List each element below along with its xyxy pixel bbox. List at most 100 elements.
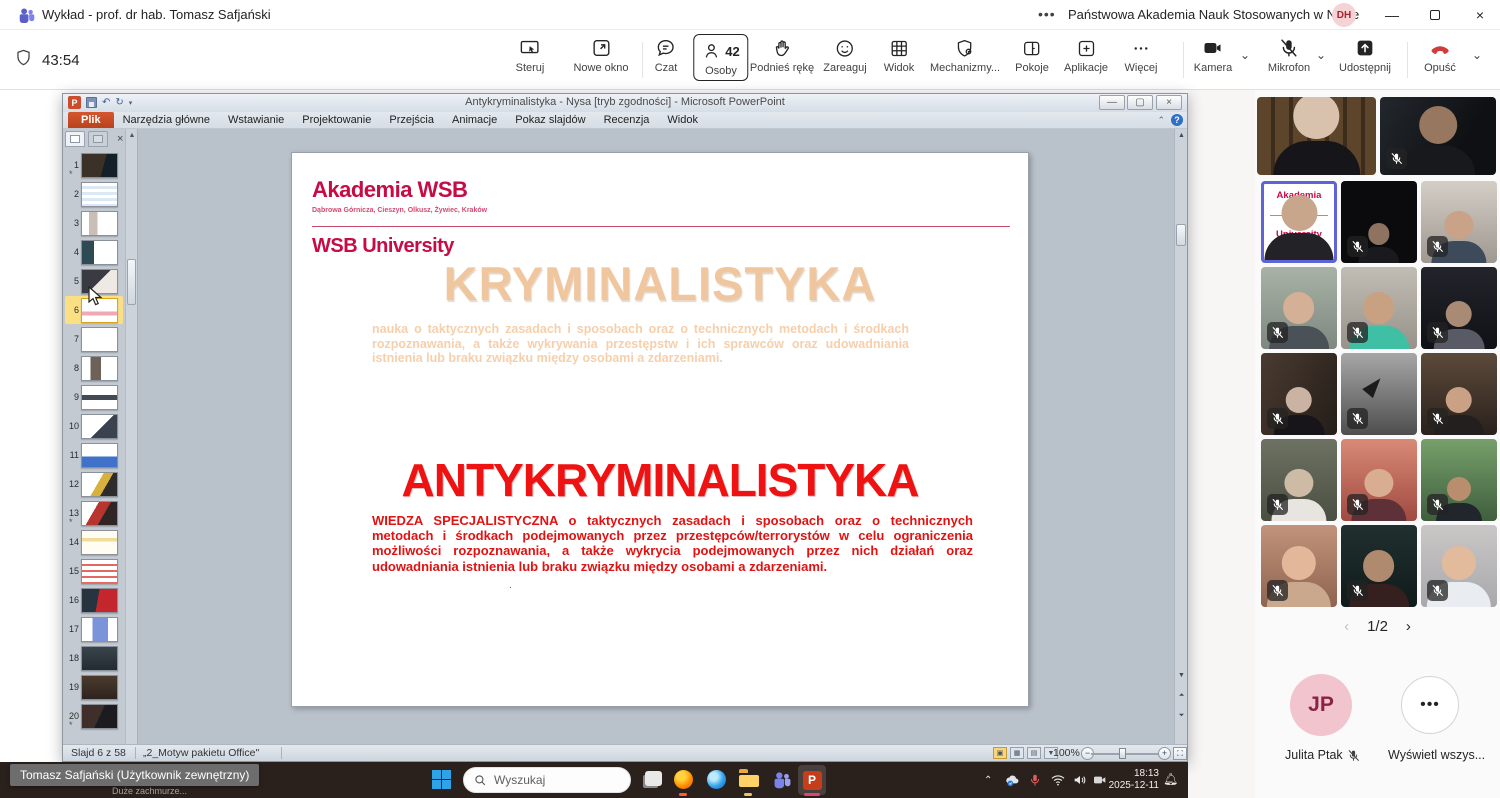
participant-video-tile[interactable] — [1341, 181, 1417, 263]
participant-video-tile[interactable] — [1341, 353, 1417, 435]
view-button[interactable]: Widok — [884, 36, 915, 74]
tray-chevron-icon[interactable]: ⌃ — [984, 762, 992, 798]
scroll-down-icon[interactable]: ▼ — [1175, 669, 1188, 683]
participant-video-tile[interactable] — [1421, 353, 1497, 435]
titlebar-more-icon[interactable]: ••• — [1038, 6, 1056, 22]
panel-close-icon[interactable]: × — [117, 133, 123, 145]
ppt-tab-animacje[interactable]: Animacje — [443, 112, 506, 128]
participant-video-tile[interactable] — [1421, 181, 1497, 263]
participant-video-tile[interactable] — [1257, 97, 1376, 175]
people-button[interactable]: 42 Osoby — [693, 34, 748, 81]
participant-video-tile[interactable] — [1261, 267, 1337, 349]
participant-video-tile[interactable] — [1261, 525, 1337, 607]
taskbar-search-input[interactable]: Wyszukaj — [463, 767, 631, 793]
slide-thumbnail-4[interactable]: 4 — [65, 238, 123, 266]
help-icon[interactable]: ? — [1171, 114, 1183, 126]
thumbnail-scrollbar[interactable]: ▲ — [125, 129, 137, 746]
mechanisms-button[interactable]: Mechanizmy... — [930, 36, 1000, 74]
next-page-chevron[interactable]: › — [1406, 618, 1411, 635]
ppt-tab-plik[interactable]: Plik — [68, 112, 114, 128]
ppt-tab-wstawianie[interactable]: Wstawianie — [219, 112, 293, 128]
onedrive-icon[interactable] — [1004, 762, 1021, 798]
participant-video-tile[interactable] — [1380, 97, 1496, 175]
control-button[interactable]: Steruj — [516, 36, 545, 74]
reading-view-button[interactable]: ▤ — [1027, 747, 1041, 759]
participant-video-tile[interactable] — [1341, 525, 1417, 607]
restore-button[interactable] — [1415, 0, 1455, 30]
overflow-participants-button[interactable]: ••• — [1401, 676, 1459, 734]
participant-video-tile[interactable] — [1341, 439, 1417, 521]
avatar[interactable]: DH — [1332, 3, 1356, 27]
microphone-button[interactable]: Mikrofon — [1268, 36, 1310, 74]
slide-scrollbar[interactable]: ▲ ▼ ⏶ ⏷ — [1174, 129, 1187, 746]
ppt-maximize-button[interactable]: ▢ — [1127, 95, 1153, 110]
slide-sorter-view-button[interactable]: ▦ — [1010, 747, 1024, 759]
slide-thumbnail-3[interactable]: 3 — [65, 209, 123, 237]
start-button[interactable] — [432, 770, 451, 789]
scroll-up-icon[interactable]: ▲ — [126, 129, 138, 142]
participant-video-tile[interactable] — [1261, 353, 1337, 435]
minimize-button[interactable]: — — [1372, 0, 1412, 30]
participant-video-tile[interactable] — [1421, 439, 1497, 521]
leave-options-chevron[interactable]: ⌄ — [1472, 48, 1482, 62]
slide-thumbnail-17[interactable]: 17 — [65, 615, 123, 643]
slide-thumbnail-11[interactable]: 11 — [65, 441, 123, 469]
slide-thumbnail-9[interactable]: 9 — [65, 383, 123, 411]
wifi-icon[interactable] — [1050, 762, 1066, 798]
previous-page-chevron[interactable]: ‹ — [1344, 618, 1349, 635]
slide-thumbnail-18[interactable]: 18 — [65, 644, 123, 672]
participant-video-tile[interactable] — [1261, 439, 1337, 521]
zoom-slider-thumb[interactable] — [1119, 748, 1126, 759]
leave-button[interactable]: Opuść — [1424, 36, 1456, 74]
camera-options-chevron[interactable]: ⌄ — [1240, 48, 1250, 62]
powerpoint-taskbar-icon[interactable]: P — [798, 765, 826, 795]
participant-video-tile[interactable] — [1421, 525, 1497, 607]
slide-thumbnail-20[interactable]: 20* — [65, 702, 123, 730]
firefox-icon[interactable] — [674, 770, 693, 789]
close-button[interactable]: × — [1460, 0, 1500, 30]
ppt-close-button[interactable]: × — [1156, 95, 1182, 110]
slide-thumbnail-16[interactable]: 16 — [65, 586, 123, 614]
slide-thumbnail-13[interactable]: 13* — [65, 499, 123, 527]
edge-icon[interactable] — [707, 770, 726, 789]
camera-button[interactable]: Kamera — [1194, 36, 1233, 74]
slide-thumbnail-8[interactable]: 8 — [65, 354, 123, 382]
presenter-video-tile[interactable]: Akademia WSBWSB University — [1261, 181, 1337, 263]
ribbon-collapse-icon[interactable]: ⌃ — [1157, 115, 1165, 126]
scroll-up-icon[interactable]: ▲ — [1175, 129, 1188, 143]
ppt-tab-recenzja[interactable]: Recenzja — [595, 112, 659, 128]
ppt-tab-narzedzia-glowne[interactable]: Narzędzia główne — [114, 112, 219, 128]
ppt-minimize-button[interactable]: — — [1099, 95, 1125, 110]
clock[interactable]: 18:132025-12-11 — [1103, 768, 1159, 792]
slides-tab[interactable] — [65, 131, 85, 147]
view-all-label[interactable]: Wyświetl wszys... — [1388, 748, 1485, 762]
slide-thumbnail-14[interactable]: 14 — [65, 528, 123, 556]
chat-button[interactable]: Czat — [655, 36, 678, 74]
outline-tab[interactable] — [88, 131, 108, 147]
slide-canvas[interactable]: Akademia WSB Dąbrowa Górnicza, Cieszyn, … — [291, 152, 1029, 707]
share-button[interactable]: Udostępnij — [1339, 36, 1391, 74]
notification-bell-icon[interactable]: 🔔︎ — [1163, 772, 1178, 786]
apps-button[interactable]: Aplikacje — [1064, 36, 1108, 74]
participant-avatar-jp[interactable]: JP — [1290, 674, 1352, 736]
slide-thumbnail-19[interactable]: 19 — [65, 673, 123, 701]
slide-thumbnail-2[interactable]: 2 — [65, 180, 123, 208]
slide-thumbnail-12[interactable]: 12 — [65, 470, 123, 498]
task-view-icon[interactable] — [645, 771, 662, 786]
mic-in-use-icon[interactable] — [1028, 762, 1042, 798]
zoom-slider-track[interactable] — [1091, 753, 1161, 755]
more-button[interactable]: Więcej — [1124, 36, 1157, 74]
rooms-button[interactable]: Pokoje — [1015, 36, 1049, 74]
slide-thumbnail-10[interactable]: 10 — [65, 412, 123, 440]
teams-taskbar-icon[interactable] — [773, 770, 792, 789]
ppt-tab-projektowanie[interactable]: Projektowanie — [293, 112, 380, 128]
speaker-icon[interactable] — [1072, 762, 1088, 798]
raise-hand-button[interactable]: Podnieś rękę — [750, 36, 814, 74]
ppt-tab-przejscia[interactable]: Przejścia — [380, 112, 443, 128]
next-slide-icon[interactable]: ⏷ — [1175, 709, 1188, 723]
fit-to-window-button[interactable]: ⛶ — [1173, 747, 1187, 760]
weather-widget-text[interactable]: Duże zachmurze... — [112, 786, 187, 796]
mic-options-chevron[interactable]: ⌄ — [1316, 48, 1326, 62]
slide-thumbnail-1[interactable]: 1* — [65, 151, 123, 179]
react-button[interactable]: Zareaguj — [823, 36, 866, 74]
